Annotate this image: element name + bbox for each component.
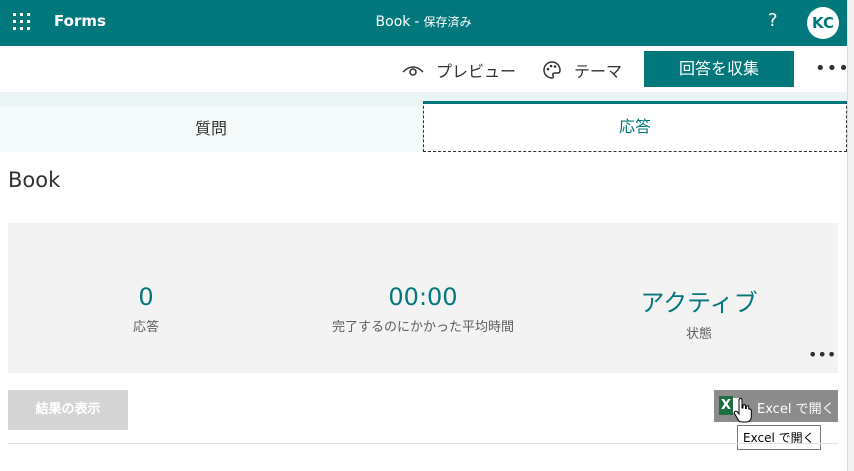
form-title: Book — [8, 168, 61, 192]
preview-button[interactable]: プレビュー — [402, 58, 516, 82]
top-bar: Forms Book - 保存済み ? KC — [0, 0, 847, 46]
save-status: 保存済み — [423, 15, 472, 29]
document-name: Book — [375, 14, 411, 30]
avg-time-stat: 00:00 完了するのにかかった平均時間 — [323, 283, 523, 335]
status-value: アクティブ — [640, 289, 758, 317]
avatar[interactable]: KC — [807, 7, 839, 39]
excel-icon: X — [719, 396, 733, 415]
response-summary-card: 0 応答 00:00 完了するのにかかった平均時間 アクティブ 状態 ••• — [8, 223, 838, 373]
collect-responses-button[interactable]: 回答を収集 — [644, 51, 794, 87]
hand-cursor-icon — [733, 398, 752, 423]
title-separator: - — [414, 14, 420, 30]
responses-label: 応答 — [132, 320, 159, 335]
tab-responses[interactable]: 応答 — [423, 101, 847, 152]
document-title: Book - 保存済み — [0, 13, 847, 30]
view-results-button[interactable]: 結果の表示 — [8, 390, 128, 430]
responses-stat: 0 応答 — [96, 283, 196, 335]
eye-icon — [402, 66, 424, 76]
more-options-icon[interactable]: ••• — [815, 58, 850, 79]
palette-icon — [543, 61, 561, 79]
command-bar: プレビュー テーマ 回答を収集 ••• — [0, 46, 850, 92]
status-label: 状態 — [685, 327, 712, 342]
tab-strip: 質問 応答 — [0, 92, 847, 152]
help-icon[interactable]: ? — [768, 10, 778, 31]
status-stat: アクティブ 状態 — [629, 283, 769, 342]
avg-time-value: 00:00 — [388, 283, 458, 311]
responses-count: 0 — [138, 283, 154, 311]
divider — [8, 443, 838, 444]
avg-time-label: 完了するのにかかった平均時間 — [331, 320, 514, 335]
theme-button[interactable]: テーマ — [542, 58, 622, 82]
preview-label: プレビュー — [436, 62, 517, 81]
tab-questions[interactable]: 質問 — [0, 106, 422, 152]
open-in-excel-label: Excel で開く — [757, 402, 835, 417]
tooltip: Excel で開く — [737, 425, 821, 450]
theme-label: テーマ — [574, 62, 623, 81]
summary-more-icon[interactable]: ••• — [808, 345, 836, 364]
vertical-scrollbar[interactable] — [847, 0, 854, 471]
